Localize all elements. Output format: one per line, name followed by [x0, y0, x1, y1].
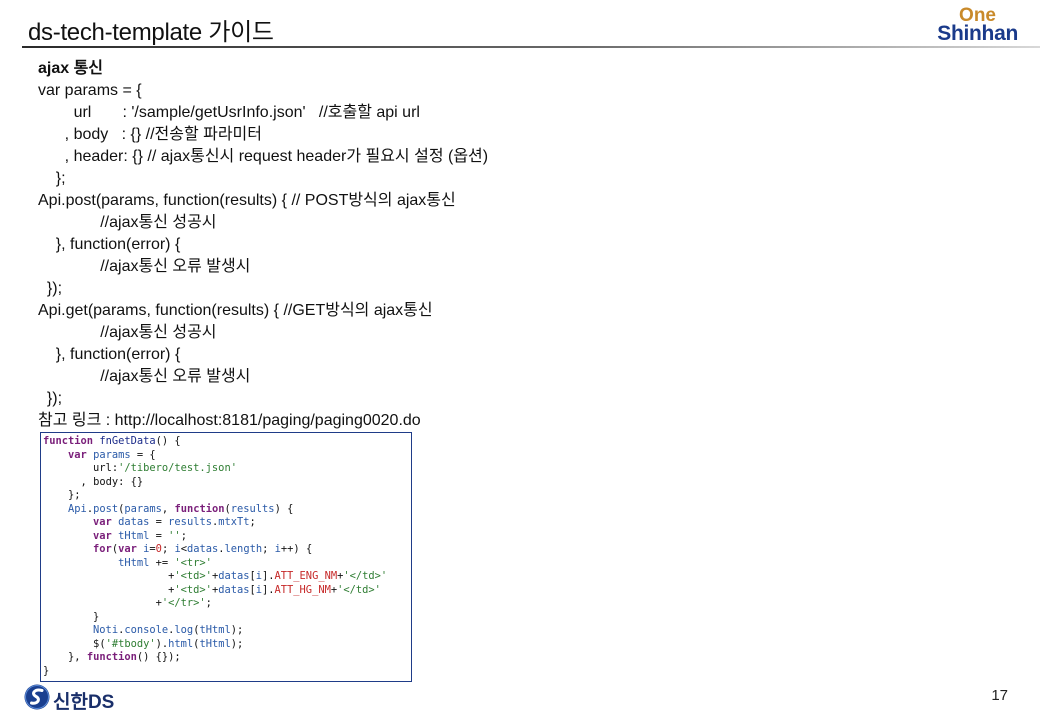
body-text-line: var params = {	[38, 82, 142, 99]
code-line: Api.post(params, function(results) {	[68, 502, 294, 515]
code-line: tHtml += '<tr>'	[118, 556, 212, 569]
body-text-line: , body : {} //전송할 파라미터	[38, 126, 262, 143]
body-text-line: , header: {} // ajax통신시 request header가 …	[38, 148, 489, 165]
code-line: Noti.console.log(tHtml);	[93, 624, 244, 636]
code-line: }	[43, 664, 50, 677]
body-text-line: });	[38, 390, 63, 407]
body-text-line: };	[38, 170, 66, 187]
code-line: function fnGetData() {	[43, 435, 181, 447]
code-line: +'<td>'+datas[i].ATT_ENG_NM+'</td>'	[168, 570, 388, 582]
slide-header: ds-tech-template 가이드 One Shinhan	[0, 0, 1040, 52]
body-text-line: url : '/sample/getUsrInfo.json' //호출할 ap…	[38, 104, 420, 121]
brand-logo: One Shinhan	[932, 5, 1018, 45]
body-text-line: Api.get(params, function(results) { //GE…	[38, 302, 433, 319]
body-text-line: 참고 링크 : http://localhost:8181/paging/pag…	[38, 412, 421, 429]
footer-logo-text: 신한DS	[53, 692, 115, 713]
body-text-line: //ajax통신 성공시	[38, 324, 217, 341]
brand-logo-name: Shinhan	[937, 22, 1018, 45]
page-number: 17	[991, 687, 1008, 704]
code-line: var datas = results.mtxTt;	[93, 516, 256, 528]
footer-logo: 신한DS	[24, 684, 134, 713]
code-line: };	[68, 489, 81, 501]
code-line: +'</tr>';	[155, 597, 212, 609]
body-text-line: //ajax통신 오류 발생시	[38, 368, 251, 385]
guide-body-text: ajax 통신 var params = { url : '/sample/get…	[38, 58, 998, 432]
body-text-line: //ajax통신 오류 발생시	[38, 258, 251, 275]
shinhan-logo-icon	[24, 684, 50, 710]
body-text-line: Api.post(params, function(results) { // …	[38, 192, 456, 209]
code-line: }, function() {});	[68, 651, 181, 663]
code-line: +'<td>'+datas[i].ATT_HG_NM+'</td>'	[168, 583, 381, 596]
code-screenshot: function fnGetData() { var params = { ur…	[40, 432, 412, 682]
header-divider	[22, 46, 1040, 48]
code-line: }	[93, 610, 100, 623]
code-line: for(var i=0; i<datas.length; i++) {	[93, 543, 313, 555]
code-line: $('#tbody').html(tHtml);	[93, 637, 244, 650]
code-line: , body: {}	[80, 475, 144, 488]
page-title: ds-tech-template 가이드	[28, 19, 274, 46]
code-line: url:'/tibero/test.json'	[93, 462, 237, 474]
body-text-line: });	[38, 280, 63, 297]
code-block: function fnGetData() { var params = { ur…	[41, 433, 411, 678]
code-line: var params = {	[68, 448, 156, 461]
body-text-line: //ajax통신 성공시	[38, 214, 217, 231]
body-text-line: }, function(error) {	[38, 236, 181, 253]
section-heading: ajax 통신	[38, 60, 104, 77]
code-line: var tHtml = '';	[93, 529, 187, 542]
body-text-line: }, function(error) {	[38, 346, 181, 363]
